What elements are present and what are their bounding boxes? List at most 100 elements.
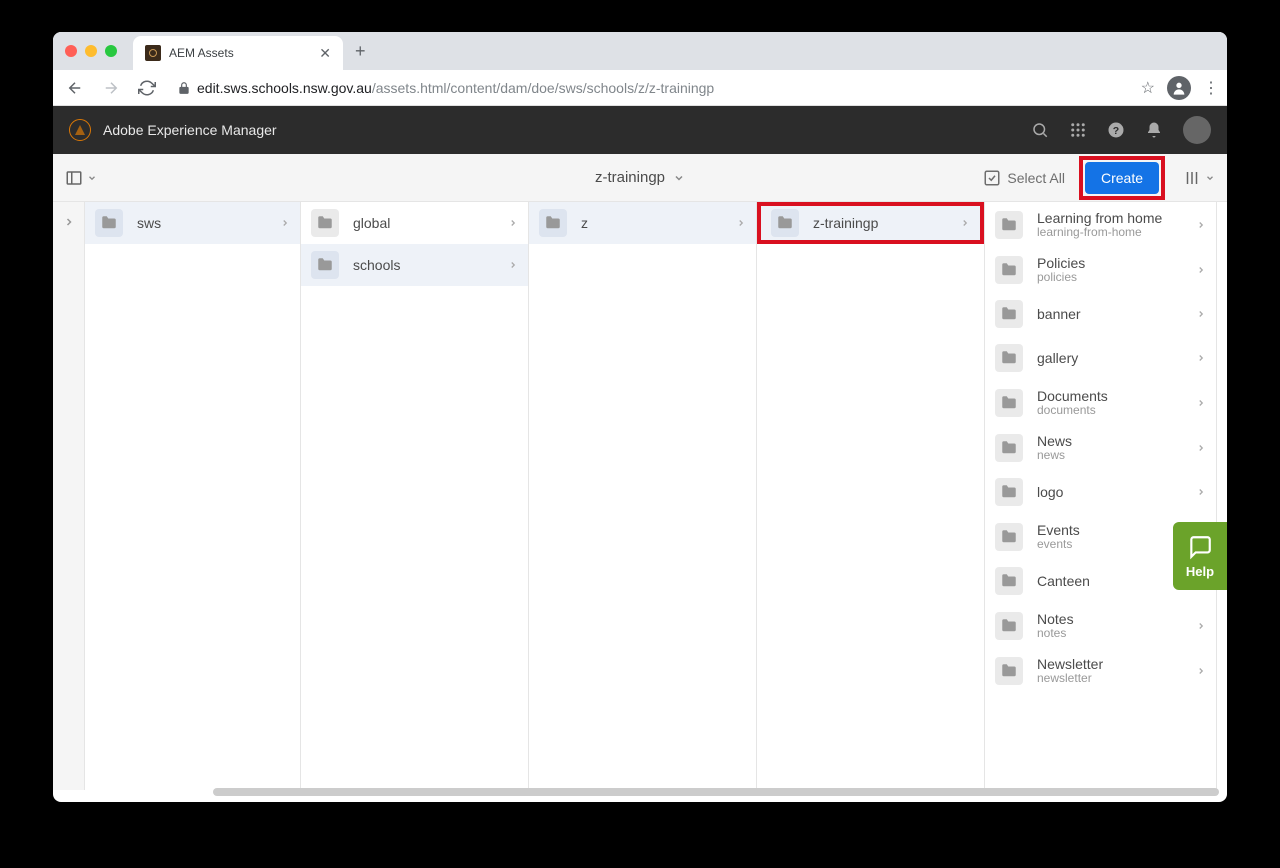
folder-label: gallery: [1037, 350, 1182, 366]
folder-item[interactable]: z: [529, 202, 756, 244]
new-tab-button[interactable]: +: [355, 41, 366, 62]
chevron-right-icon: [1196, 398, 1206, 408]
breadcrumb-label: z-trainingp: [595, 169, 665, 186]
tab-favicon: [145, 45, 161, 61]
view-switcher-button[interactable]: [1183, 169, 1215, 187]
aem-logo-icon[interactable]: [69, 119, 91, 141]
folder-item[interactable]: sws: [85, 202, 300, 244]
window-close-button[interactable]: [65, 45, 77, 57]
url-text: edit.sws.schools.nsw.gov.au/assets.html/…: [197, 80, 714, 96]
folder-item[interactable]: Newsnews: [985, 425, 1216, 470]
chevron-right-icon: [960, 218, 970, 228]
column-3: z: [529, 202, 757, 790]
folder-item[interactable]: z-trainingp: [757, 202, 984, 244]
help-widget[interactable]: Help: [1173, 522, 1227, 590]
chevron-right-icon: [1196, 220, 1206, 230]
folder-label: sws: [137, 215, 266, 231]
folder-icon: [995, 300, 1023, 328]
search-icon[interactable]: [1031, 121, 1049, 139]
browser-profile-button[interactable]: [1167, 76, 1191, 100]
folder-item[interactable]: global: [301, 202, 528, 244]
chevron-right-icon: [508, 218, 518, 228]
folder-item[interactable]: gallery: [985, 336, 1216, 380]
folder-item[interactable]: Policiespolicies: [985, 247, 1216, 292]
folder-icon: [995, 523, 1023, 551]
chevron-right-icon: [1196, 621, 1206, 631]
column-4: z-trainingp: [757, 202, 985, 790]
folder-label: schools: [353, 257, 494, 273]
select-all-button[interactable]: Select All: [983, 169, 1065, 187]
folder-icon: [995, 612, 1023, 640]
folder-subtitle: policies: [1037, 270, 1182, 284]
breadcrumb[interactable]: z-trainingp: [595, 169, 685, 186]
browser-right-controls: ☆ ⋮: [1141, 76, 1219, 100]
apps-grid-icon[interactable]: [1069, 121, 1087, 139]
nav-forward-button[interactable]: [97, 74, 125, 102]
help-widget-label: Help: [1186, 564, 1214, 579]
folder-label: z-trainingp: [813, 215, 946, 231]
folder-label: Learning from home: [1037, 210, 1182, 226]
create-button[interactable]: Create: [1085, 162, 1159, 194]
folder-subtitle: newsletter: [1037, 671, 1182, 685]
window-minimize-button[interactable]: [85, 45, 97, 57]
browser-tab-strip: AEM Assets ✕ +: [53, 32, 1227, 70]
folder-label: Documents: [1037, 388, 1182, 404]
folder-label: Canteen: [1037, 573, 1182, 589]
folder-icon: [995, 434, 1023, 462]
folder-icon: [771, 209, 799, 237]
chevron-down-icon: [673, 172, 685, 184]
folder-label: News: [1037, 433, 1182, 449]
tab-close-icon[interactable]: ✕: [319, 45, 331, 62]
folder-icon: [995, 657, 1023, 685]
bookmark-star-icon[interactable]: ☆: [1141, 78, 1155, 98]
chevron-right-icon: [1196, 443, 1206, 453]
folder-icon: [995, 389, 1023, 417]
folder-label: z: [581, 215, 722, 231]
aem-header: Adobe Experience Manager ?: [53, 106, 1227, 154]
nav-back-button[interactable]: [61, 74, 89, 102]
horizontal-scrollbar[interactable]: [213, 788, 1219, 796]
svg-text:?: ?: [1113, 125, 1119, 137]
folder-label: global: [353, 215, 494, 231]
browser-tab[interactable]: AEM Assets ✕: [133, 36, 343, 70]
browser-window: AEM Assets ✕ + edit.sws.schools.nsw.gov.…: [53, 32, 1227, 802]
chevron-right-icon: [1196, 666, 1206, 676]
window-controls: [65, 45, 117, 57]
column-2: global schools: [301, 202, 529, 790]
folder-icon: [311, 209, 339, 237]
folder-item[interactable]: Notesnotes: [985, 603, 1216, 648]
folder-item[interactable]: banner: [985, 292, 1216, 336]
browser-menu-icon[interactable]: ⋮: [1203, 78, 1219, 98]
rail-toggle-button[interactable]: [65, 169, 97, 187]
lock-icon: [177, 81, 191, 95]
url-input[interactable]: edit.sws.schools.nsw.gov.au/assets.html/…: [169, 74, 1125, 102]
folder-label: Newsletter: [1037, 656, 1182, 672]
select-all-label: Select All: [1007, 170, 1065, 186]
folder-label: banner: [1037, 306, 1182, 322]
folder-subtitle: notes: [1037, 626, 1182, 640]
actions-toolbar: z-trainingp Select All Create: [53, 154, 1227, 202]
folder-label: Notes: [1037, 611, 1182, 627]
bell-icon[interactable]: [1145, 121, 1163, 139]
nav-reload-button[interactable]: [133, 74, 161, 102]
folder-item[interactable]: Documentsdocuments: [985, 380, 1216, 425]
chat-icon: [1187, 534, 1213, 560]
window-maximize-button[interactable]: [105, 45, 117, 57]
folder-icon: [311, 251, 339, 279]
column-back-rail[interactable]: [53, 202, 85, 790]
folder-icon: [95, 209, 123, 237]
folder-item[interactable]: logo: [985, 470, 1216, 514]
folder-subtitle: learning-from-home: [1037, 225, 1182, 239]
create-button-highlight: Create: [1079, 156, 1165, 200]
folder-subtitle: news: [1037, 448, 1182, 462]
folder-label: Policies: [1037, 255, 1182, 271]
folder-item[interactable]: Learning from homelearning-from-home: [985, 202, 1216, 247]
user-avatar[interactable]: [1183, 116, 1211, 144]
help-icon[interactable]: ?: [1107, 121, 1125, 139]
column-5: Learning from homelearning-from-homePoli…: [985, 202, 1217, 790]
folder-icon: [539, 209, 567, 237]
folder-item[interactable]: schools: [301, 244, 528, 286]
folder-item[interactable]: Newsletternewsletter: [985, 648, 1216, 693]
column-1: sws: [53, 202, 301, 790]
chevron-right-icon: [736, 218, 746, 228]
